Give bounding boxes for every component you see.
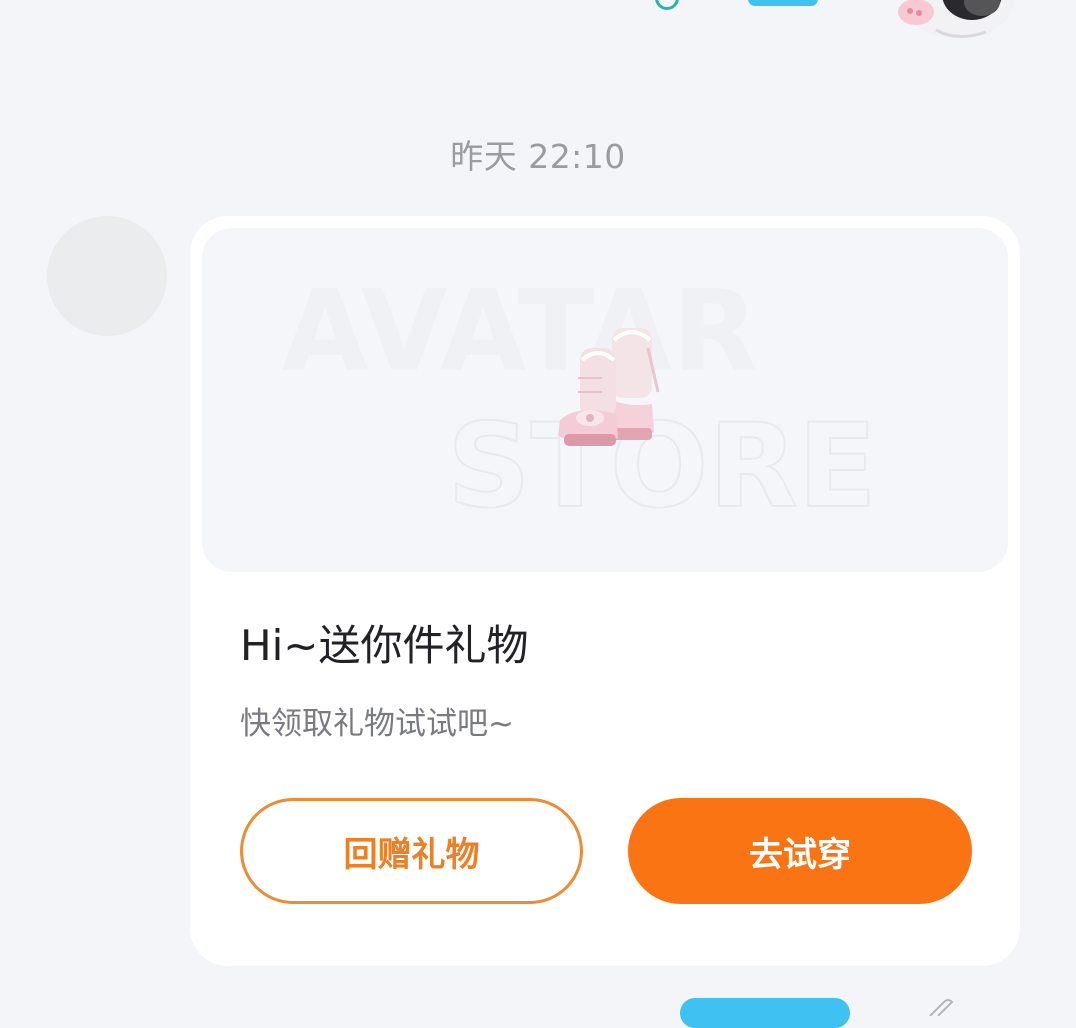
watermark-line-2: STORE bbox=[447, 399, 877, 534]
return-gift-button[interactable]: 回赠礼物 bbox=[240, 798, 583, 904]
watermark-line-1: AVATAR bbox=[282, 267, 759, 397]
user-avatar-partial[interactable] bbox=[886, 0, 1016, 44]
avatar-store-watermark: AVATAR STORE bbox=[282, 267, 878, 535]
gift-title: Hi~送你件礼物 bbox=[240, 621, 529, 670]
message-timestamp: 昨天 22:10 bbox=[450, 137, 626, 176]
message-tag bbox=[748, 0, 818, 6]
sender-avatar[interactable] bbox=[47, 216, 167, 336]
gift-message-card[interactable]: AVATAR STORE Hi~送你件礼物 快领取礼物试试吧~ 回赠礼物 去试穿 bbox=[190, 216, 1020, 966]
gift-subtitle: 快领取礼物试试吧~ bbox=[240, 706, 514, 742]
next-message-tag bbox=[680, 998, 850, 1028]
edit-icon[interactable] bbox=[926, 996, 956, 1017]
gift-banner: AVATAR STORE bbox=[202, 228, 1008, 572]
status-dot-icon bbox=[655, 0, 679, 10]
try-on-button[interactable]: 去试穿 bbox=[628, 798, 972, 904]
